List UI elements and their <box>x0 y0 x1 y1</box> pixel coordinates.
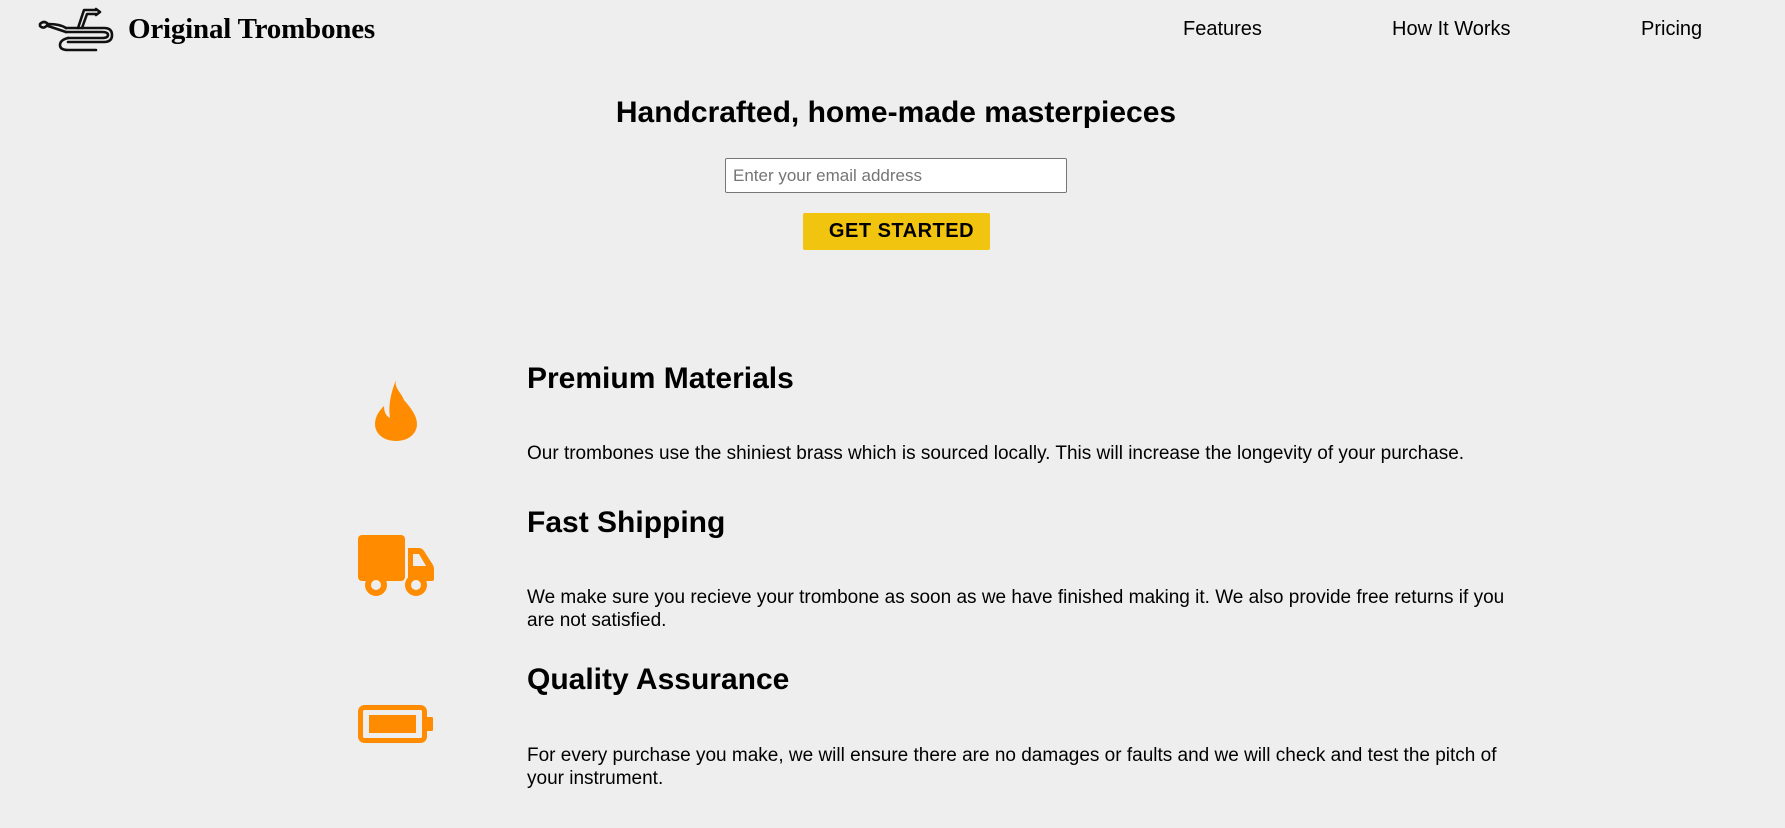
site-header: Original Trombones Features How It Works… <box>0 0 1785 60</box>
nav-link-pricing[interactable]: Pricing <box>1641 18 1702 41</box>
landing-page: Original Trombones Features How It Works… <box>0 0 1785 828</box>
nav-link-features[interactable]: Features <box>1183 18 1262 41</box>
feature-description-quality-assurance: For every purchase you make, we will ens… <box>527 745 1497 789</box>
feature-title-fast-shipping: Fast Shipping <box>527 506 726 539</box>
fire-icon <box>375 380 417 441</box>
battery-icon <box>358 705 433 743</box>
main-nav: Features How It Works Pricing <box>0 18 1785 44</box>
hero-title: Handcrafted, home-made masterpieces <box>615 96 1177 129</box>
feature-title-quality-assurance: Quality Assurance <box>527 663 790 696</box>
feature-description-fast-shipping: We make sure you recieve your trombone a… <box>527 587 1505 631</box>
feature-title-premium-materials: Premium Materials <box>527 362 794 395</box>
nav-link-how-it-works[interactable]: How It Works <box>1392 18 1511 41</box>
email-input[interactable] <box>725 158 1067 193</box>
truck-icon <box>358 535 434 596</box>
feature-description-premium-materials: Our trombones use the shiniest brass whi… <box>527 443 1465 464</box>
get-started-button[interactable]: GET STARTED <box>803 213 990 250</box>
